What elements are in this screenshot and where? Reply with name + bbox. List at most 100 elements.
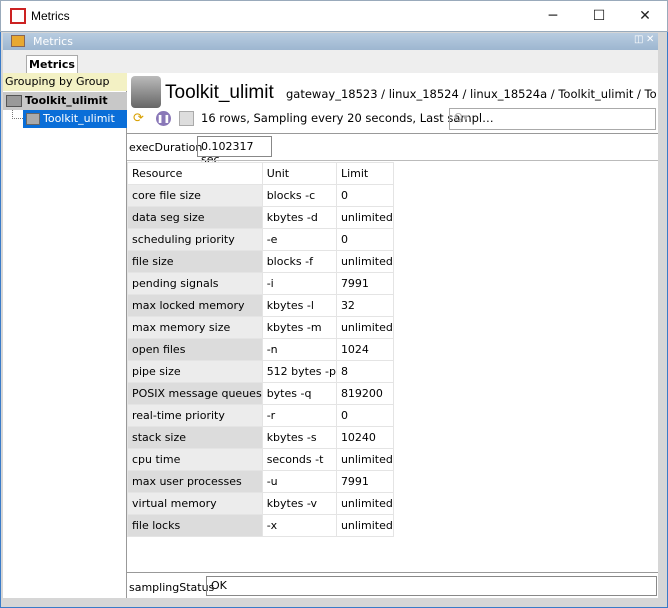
limit-cell: 8 — [335, 360, 394, 383]
unit-cell: kbytes -d — [261, 206, 337, 229]
maximize-button[interactable]: ☐ — [576, 1, 622, 32]
table-row[interactable]: max user processes -u 7991 — [127, 470, 394, 493]
limit-cell: unlimited — [335, 514, 394, 537]
table-header: Resource Unit Limit — [127, 162, 394, 185]
resource-cell: stack size — [127, 426, 263, 449]
close-button[interactable]: ✕ — [622, 1, 668, 32]
limit-cell: 0 — [335, 184, 394, 207]
unit-cell: kbytes -v — [261, 492, 337, 515]
pause-button[interactable]: ❚❚ — [156, 111, 171, 126]
resource-cell: scheduling priority — [127, 228, 263, 251]
breadcrumb: gateway_18523 / linux_18524 / linux_1852… — [286, 87, 656, 101]
panel-close-icon[interactable]: ✕ — [646, 34, 654, 45]
limit-cell: 10240 — [335, 426, 394, 449]
resource-cell: pending signals — [127, 272, 263, 295]
resource-cell: file size — [127, 250, 263, 273]
resource-cell: cpu time — [127, 448, 263, 471]
column-header-limit[interactable]: Limit — [335, 162, 394, 185]
table-row[interactable]: file size blocks -f unlimited — [127, 250, 394, 273]
tree-connector — [12, 110, 23, 119]
limit-cell: 0 — [335, 404, 394, 427]
table-row[interactable]: pending signals -i 7991 — [127, 272, 394, 295]
resource-cell: data seg size — [127, 206, 263, 229]
table-row[interactable]: max memory size kbytes -m unlimited — [127, 316, 394, 339]
table-row[interactable]: POSIX message queues bytes -q 819200 — [127, 382, 394, 405]
column-header-unit[interactable]: Unit — [261, 162, 337, 185]
resource-cell: max memory size — [127, 316, 263, 339]
limit-cell: 7991 — [335, 470, 394, 493]
resource-cell: core file size — [127, 184, 263, 207]
table-row[interactable]: pipe size 512 bytes -p 8 — [127, 360, 394, 383]
table-icon — [26, 113, 40, 125]
unit-cell: bytes -q — [261, 382, 337, 405]
limit-cell: 32 — [335, 294, 394, 317]
table-row[interactable]: file locks -x unlimited — [127, 514, 394, 537]
metrics-view: Toolkit_ulimit gateway_18523 / linux_185… — [127, 73, 658, 598]
minimize-button[interactable]: ─ — [530, 1, 576, 32]
unit-cell: -r — [261, 404, 337, 427]
search-input[interactable]: Q▾ — [449, 108, 656, 130]
unit-cell: -e — [261, 228, 337, 251]
unit-cell: blocks -c — [261, 184, 337, 207]
refresh-icon[interactable]: ⟳ — [133, 111, 144, 126]
resource-cell: POSIX message queues — [127, 382, 263, 405]
tree-item-label: Toolkit_ulimit — [43, 112, 115, 125]
divider — [127, 572, 658, 573]
unit-cell: seconds -t — [261, 448, 337, 471]
grouping-label: Grouping by Group — [3, 73, 127, 91]
table-row[interactable]: max locked memory kbytes -l 32 — [127, 294, 394, 317]
unit-cell: -x — [261, 514, 337, 537]
column-header-resource[interactable]: Resource — [127, 162, 263, 185]
tab-bar — [3, 50, 658, 73]
limit-cell: 7991 — [335, 272, 394, 295]
panel-header: Metrics ◫ ✕ — [3, 33, 658, 50]
unit-cell: -u — [261, 470, 337, 493]
app-icon — [10, 8, 26, 24]
exec-duration-label: execDuration — [129, 141, 203, 154]
limit-cell: 1024 — [335, 338, 394, 361]
table-row[interactable]: stack size kbytes -s 10240 — [127, 426, 394, 449]
resource-cell: file locks — [127, 514, 263, 537]
ulimit-table: Resource Unit Limit core file size blocks… — [127, 162, 394, 537]
metrics-folder-icon — [11, 35, 25, 47]
unit-cell: 512 bytes -p — [261, 360, 337, 383]
window-titlebar: Metrics ─ ☐ ✕ — [0, 0, 668, 32]
columns-icon[interactable] — [179, 111, 194, 126]
resource-cell: real-time priority — [127, 404, 263, 427]
limit-cell: unlimited — [335, 206, 394, 229]
resource-cell: pipe size — [127, 360, 263, 383]
tree-group-node[interactable]: Toolkit_ulimit — [3, 92, 127, 110]
metric-title: Toolkit_ulimit — [165, 82, 274, 103]
tab-metrics[interactable]: Metrics — [26, 55, 78, 73]
tree-group-label: Toolkit_ulimit — [25, 94, 108, 107]
unit-cell: -n — [261, 338, 337, 361]
table-row[interactable]: scheduling priority -e 0 — [127, 228, 394, 251]
limit-cell: 819200 — [335, 382, 394, 405]
resource-cell: open files — [127, 338, 263, 361]
limit-cell: unlimited — [335, 316, 394, 339]
limit-cell: unlimited — [335, 250, 394, 273]
unit-cell: kbytes -l — [261, 294, 337, 317]
table-row[interactable]: real-time priority -r 0 — [127, 404, 394, 427]
folder-icon — [6, 95, 22, 107]
float-icon[interactable]: ◫ — [634, 34, 643, 45]
table-row[interactable]: data seg size kbytes -d unlimited — [127, 206, 394, 229]
limit-cell: unlimited — [335, 448, 394, 471]
resource-cell: max user processes — [127, 470, 263, 493]
unit-cell: kbytes -s — [261, 426, 337, 449]
limit-cell: unlimited — [335, 492, 394, 515]
unit-cell: kbytes -m — [261, 316, 337, 339]
tree-panel: Grouping by Group Toolkit_ulimit Toolkit… — [3, 73, 127, 598]
table-row[interactable]: core file size blocks -c 0 — [127, 184, 394, 207]
tree-item-node[interactable]: Toolkit_ulimit — [23, 110, 127, 128]
table-row[interactable]: open files -n 1024 — [127, 338, 394, 361]
divider — [127, 160, 658, 161]
resource-cell: virtual memory — [127, 492, 263, 515]
exec-duration-value: 0.102317 sec — [197, 136, 272, 166]
unit-cell: blocks -f — [261, 250, 337, 273]
resource-cell: max locked memory — [127, 294, 263, 317]
unit-cell: -i — [261, 272, 337, 295]
window-title: Metrics — [31, 9, 70, 23]
table-row[interactable]: cpu time seconds -t unlimited — [127, 448, 394, 471]
table-row[interactable]: virtual memory kbytes -v unlimited — [127, 492, 394, 515]
